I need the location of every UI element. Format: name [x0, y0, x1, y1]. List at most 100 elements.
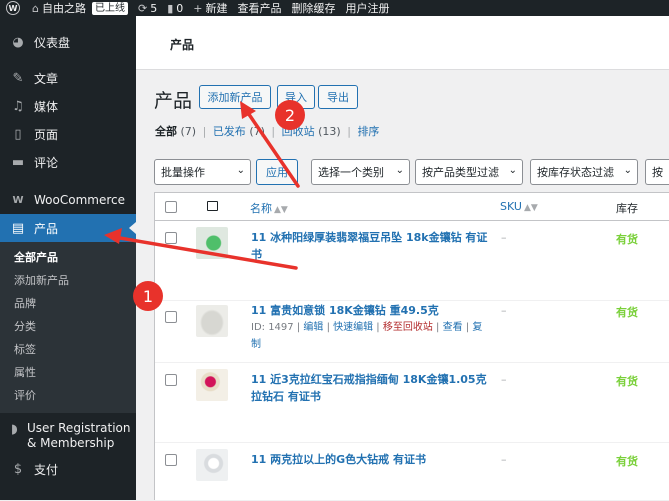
product-sku: –: [501, 231, 507, 244]
view-link[interactable]: 查看: [443, 322, 463, 333]
submenu-tags[interactable]: 标签: [0, 338, 136, 361]
product-name-link[interactable]: 11 冰种阳绿厚装翡翠福豆吊坠 18k金镶钻 有证书: [251, 229, 491, 263]
dashboard-icon: ◕: [12, 34, 24, 50]
product-name-link[interactable]: 11 近3克拉红宝石戒指指缅甸 18K金镶1.05克拉钻石 有证书: [251, 371, 491, 405]
submenu-categories[interactable]: 分类: [0, 315, 136, 338]
wordpress-logo-icon[interactable]: W: [6, 1, 20, 15]
chevron-down-icon: ⌄: [236, 165, 245, 176]
annotation-marker-1: 1: [133, 281, 163, 311]
chevron-down-icon: ⌄: [623, 165, 632, 176]
product-thumbnail[interactable]: [196, 369, 228, 401]
admin-bar-new[interactable]: + 新建: [193, 0, 227, 16]
stock-status: 有货: [616, 375, 638, 388]
stock-status: 有货: [616, 233, 638, 246]
sort-icon: ▲▼: [274, 205, 288, 215]
table-row: 11 冰种阳绿厚装翡翠福豆吊坠 18k金镶钻 有证书 – 有货: [155, 221, 669, 301]
comment-icon: ▬: [11, 154, 25, 170]
filter-published[interactable]: 已发布: [213, 125, 246, 138]
admin-sidebar: ◕ 仪表盘 ✎ 文章 ♫ 媒体 ▯ 页面 ▬ 评论 W WooCommerce …: [0, 16, 136, 500]
products-submenu: 全部产品 添加新产品 品牌 分类 标签 属性 评价: [0, 242, 136, 413]
sidebar-item-pages[interactable]: ▯ 页面: [0, 120, 136, 148]
product-name-link[interactable]: 11 两克拉以上的G色大钻戒 有证书: [251, 451, 491, 468]
category-select[interactable]: 选择一个类别 ⌄: [311, 159, 410, 185]
stock-status: 有货: [616, 455, 638, 468]
admin-bar-site[interactable]: ⌂ 自由之路 已上线: [32, 0, 128, 16]
submenu-add-new-product[interactable]: 添加新产品: [0, 269, 136, 292]
row-checkbox[interactable]: [165, 374, 177, 386]
product-thumbnail[interactable]: [196, 449, 228, 481]
sidebar-item-woocommerce[interactable]: W WooCommerce: [0, 186, 136, 214]
column-stock: 库存: [616, 202, 638, 215]
export-button[interactable]: 导出: [318, 85, 358, 109]
payment-icon: $: [13, 461, 23, 477]
table-row: 11 两克拉以上的G色大钻戒 有证书 – 有货: [155, 443, 669, 501]
woocommerce-header: 产品: [136, 16, 669, 70]
archive-icon: ▤: [11, 220, 25, 236]
admin-bar: W ⌂ 自由之路 已上线 ⟳ 5 ▮ 0 + 新建 查看产品 删除缓存 用户注册: [0, 0, 669, 16]
stock-status-select[interactable]: 按库存状态过滤 ⌄: [530, 159, 638, 185]
table-header: 名称 ▲▼ SKU ▲▼ 库存: [155, 193, 669, 221]
product-sku: –: [501, 373, 507, 386]
row-actions: ID: 1497 | 编辑 | 快速编辑 | 移至回收站 | 查看 | 复制: [251, 322, 483, 350]
product-thumbnail[interactable]: [196, 305, 228, 337]
bulk-action-select[interactable]: 批量操作 ⌄: [154, 159, 251, 185]
admin-bar-updates[interactable]: ⟳ 5: [138, 2, 157, 15]
more-filter-select[interactable]: 按: [645, 159, 669, 185]
select-all-checkbox[interactable]: [165, 201, 177, 213]
products-table: 名称 ▲▼ SKU ▲▼ 库存 11 冰种阳绿厚装翡翠福豆吊坠 18k金镶钻 有证书…: [154, 192, 669, 500]
row-checkbox[interactable]: [165, 232, 177, 244]
sidebar-item-payments[interactable]: $ 支付: [0, 455, 136, 483]
submenu-reviews[interactable]: 评价: [0, 384, 136, 407]
product-type-select[interactable]: 按产品类型过滤 ⌄: [415, 159, 523, 185]
filter-all[interactable]: 全部: [155, 125, 177, 138]
table-row: 11 近3克拉红宝石戒指指缅甸 18K金镶1.05克拉钻石 有证书 – 有货: [155, 363, 669, 443]
chevron-down-icon: ⌄: [508, 165, 517, 176]
admin-bar-view-products[interactable]: 查看产品: [237, 0, 281, 16]
filter-sort[interactable]: 排序: [357, 125, 379, 138]
row-checkbox[interactable]: [165, 454, 177, 466]
image-column-icon: [207, 201, 218, 211]
user-registration-icon: ◗: [11, 421, 18, 437]
admin-bar-register[interactable]: 用户注册: [345, 0, 389, 16]
sidebar-item-media[interactable]: ♫ 媒体: [0, 92, 136, 120]
header-title: 产品: [170, 38, 195, 52]
column-name[interactable]: 名称 ▲▼: [250, 200, 288, 216]
media-icon: ♫: [12, 98, 24, 114]
stock-status: 有货: [616, 306, 638, 319]
submenu-brands[interactable]: 品牌: [0, 292, 136, 315]
admin-bar-purge-cache[interactable]: 删除缓存: [291, 0, 335, 16]
plus-icon: +: [193, 1, 203, 15]
sidebar-item-products[interactable]: ▤ 产品: [0, 214, 136, 242]
trash-link[interactable]: 移至回收站: [383, 322, 433, 333]
row-checkbox[interactable]: [165, 311, 177, 323]
sidebar-item-user-registration[interactable]: ◗ User Registration & Membership: [0, 413, 136, 455]
product-thumbnail[interactable]: [196, 227, 228, 259]
page-title: 产品: [154, 90, 193, 112]
sort-icon: ▲▼: [523, 203, 538, 213]
admin-bar-comments[interactable]: ▮ 0: [167, 2, 183, 15]
sidebar-item-posts[interactable]: ✎ 文章: [0, 64, 136, 92]
annotation-marker-2: 2: [275, 100, 305, 130]
table-row: 11 富贵如意锁 18K金镶钻 重49.5克 ID: 1497 | 编辑 | 快…: [155, 301, 669, 363]
submenu-attributes[interactable]: 属性: [0, 361, 136, 384]
page-icon: ▯: [14, 126, 22, 142]
product-name-link[interactable]: 11 富贵如意锁 18K金镶钻 重49.5克: [251, 302, 491, 319]
sidebar-item-dashboard[interactable]: ◕ 仪表盘: [0, 28, 136, 56]
live-badge: 已上线: [91, 1, 128, 15]
sidebar-item-comments[interactable]: ▬ 评论: [0, 148, 136, 176]
chevron-down-icon: ⌄: [395, 165, 404, 176]
quick-edit-link[interactable]: 快速编辑: [333, 322, 373, 333]
status-filter-links: 全部 (7) | 已发布 (7) | 回收站 (13) | 排序: [155, 125, 380, 138]
product-sku: –: [501, 453, 507, 466]
submenu-all-products[interactable]: 全部产品: [0, 246, 136, 269]
column-sku[interactable]: SKU ▲▼: [500, 200, 538, 213]
updates-icon: ⟳: [137, 1, 148, 15]
comment-icon: ▮: [167, 1, 174, 15]
product-sku: –: [501, 304, 507, 317]
add-new-product-button[interactable]: 添加新产品: [199, 85, 271, 109]
apply-button[interactable]: 应用: [256, 159, 298, 185]
woocommerce-icon: W: [12, 194, 24, 206]
pin-icon: ✎: [12, 70, 24, 86]
edit-link[interactable]: 编辑: [303, 322, 323, 333]
home-icon: ⌂: [32, 1, 39, 15]
